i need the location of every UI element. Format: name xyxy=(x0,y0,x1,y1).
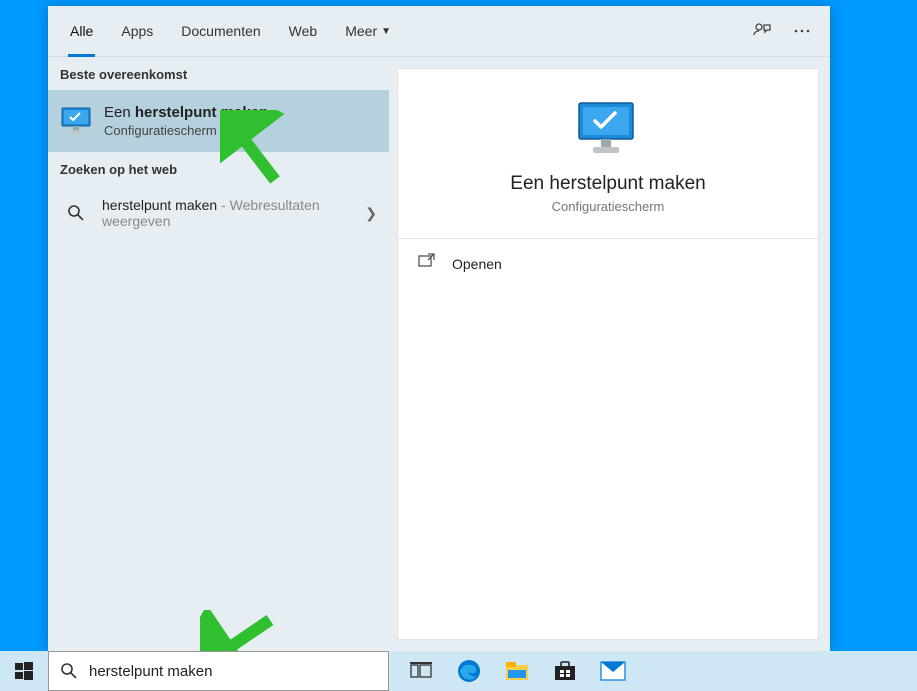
feedback-icon[interactable] xyxy=(742,11,782,51)
tab-apps[interactable]: Apps xyxy=(107,6,167,57)
windows-logo-icon xyxy=(15,662,33,680)
chevron-right-icon: ❯ xyxy=(365,205,377,222)
chevron-down-icon: ▼ xyxy=(381,26,391,37)
search-icon xyxy=(49,662,89,680)
search-input[interactable] xyxy=(89,652,388,690)
open-icon xyxy=(418,253,436,274)
more-options-icon[interactable] xyxy=(782,11,822,51)
taskbar-search-box[interactable] xyxy=(48,651,389,691)
best-match-title: Een herstelpunt maken xyxy=(104,104,268,121)
open-label: Openen xyxy=(452,256,502,272)
results-column: Beste overeenkomst Een herstelpunt maken… xyxy=(48,57,389,651)
best-match-subtitle: Configuratiescherm xyxy=(104,123,268,138)
best-match-result[interactable]: Een herstelpunt maken Configuratiescherm xyxy=(48,90,389,152)
web-search-result[interactable]: herstelpunt maken - Webresultaten weerge… xyxy=(48,185,389,241)
control-panel-monitor-icon-large xyxy=(573,99,643,157)
tab-documents[interactable]: Documenten xyxy=(167,6,274,57)
preview-card: Een herstelpunt maken Configuratiescherm… xyxy=(397,68,819,640)
open-action[interactable]: Openen xyxy=(398,239,818,288)
edge-browser-icon[interactable] xyxy=(447,651,491,691)
tab-apps-label: Apps xyxy=(121,23,153,39)
preview-column: Een herstelpunt maken Configuratiescherm… xyxy=(389,57,830,651)
microsoft-store-icon[interactable] xyxy=(543,651,587,691)
best-match-header: Beste overeenkomst xyxy=(48,57,389,90)
tab-all-label: Alle xyxy=(70,23,93,39)
best-match-text: Een herstelpunt maken Configuratiescherm xyxy=(104,104,268,138)
web-search-header: Zoeken op het web xyxy=(48,152,389,185)
search-body: Beste overeenkomst Een herstelpunt maken… xyxy=(48,57,830,651)
preview-subtitle: Configuratiescherm xyxy=(552,199,665,214)
preview-header: Een herstelpunt maken Configuratiescherm xyxy=(398,69,818,239)
tab-more[interactable]: Meer ▼ xyxy=(331,6,405,57)
task-view-icon[interactable] xyxy=(399,651,443,691)
file-explorer-icon[interactable] xyxy=(495,651,539,691)
control-panel-monitor-icon xyxy=(60,105,92,137)
taskbar-pinned-apps xyxy=(399,651,635,691)
windows-search-panel: Alle Apps Documenten Web Meer ▼ Beste ove… xyxy=(48,6,830,651)
taskbar xyxy=(0,651,917,691)
preview-title: Een herstelpunt maken xyxy=(510,173,705,195)
tab-documents-label: Documenten xyxy=(181,23,260,39)
tab-web-label: Web xyxy=(289,23,318,39)
search-tabs: Alle Apps Documenten Web Meer ▼ xyxy=(48,6,830,57)
start-button[interactable] xyxy=(0,651,48,691)
web-result-text: herstelpunt maken - Webresultaten weerge… xyxy=(102,197,365,229)
tab-all[interactable]: Alle xyxy=(56,6,107,57)
search-icon xyxy=(64,201,88,225)
tab-web[interactable]: Web xyxy=(275,6,332,57)
mail-icon[interactable] xyxy=(591,651,635,691)
tab-more-label: Meer xyxy=(345,23,377,39)
